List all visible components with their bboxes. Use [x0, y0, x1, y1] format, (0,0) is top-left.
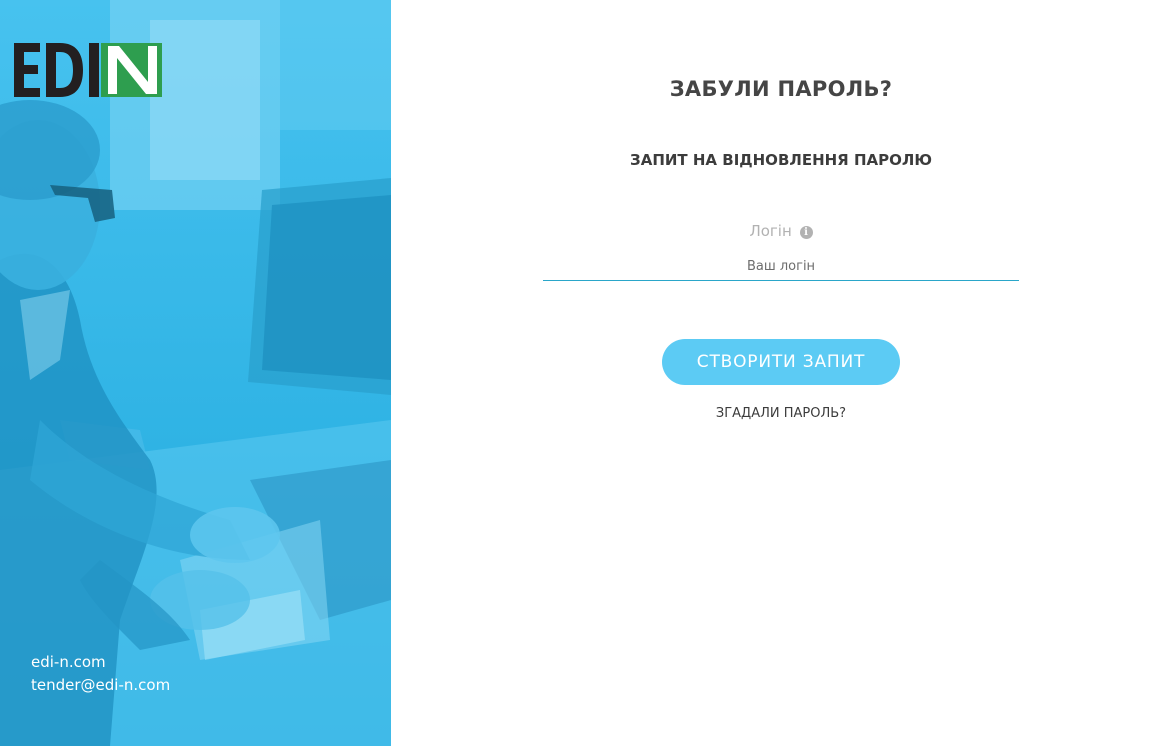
password-recovery-page: edi-n.com tender@edi-n.com ЗАБУЛИ ПАРОЛЬ…: [0, 0, 1153, 746]
page-title: ЗАБУЛИ ПАРОЛЬ?: [669, 77, 893, 101]
office-photo-background: [0, 0, 391, 746]
info-icon[interactable]: i: [799, 226, 813, 239]
create-request-button[interactable]: СТВОРИТИ ЗАПИТ: [662, 339, 900, 385]
edin-logo: [14, 43, 162, 97]
login-label-row: Логін i: [543, 222, 1019, 240]
form-subtitle: ЗАПИТ НА ВІДНОВЛЕННЯ ПАРОЛЮ: [630, 151, 932, 169]
email-link[interactable]: tender@edi-n.com: [31, 674, 170, 697]
brand-panel: edi-n.com tender@edi-n.com: [0, 0, 391, 746]
contact-info: edi-n.com tender@edi-n.com: [31, 651, 170, 697]
login-label: Логін: [749, 222, 792, 240]
form-panel: ЗАБУЛИ ПАРОЛЬ? ЗАПИТ НА ВІДНОВЛЕННЯ ПАРО…: [391, 0, 1153, 746]
remembered-password-link[interactable]: ЗГАДАЛИ ПАРОЛЬ?: [543, 406, 1019, 421]
website-link[interactable]: edi-n.com: [31, 651, 170, 674]
login-input[interactable]: [543, 253, 1019, 281]
